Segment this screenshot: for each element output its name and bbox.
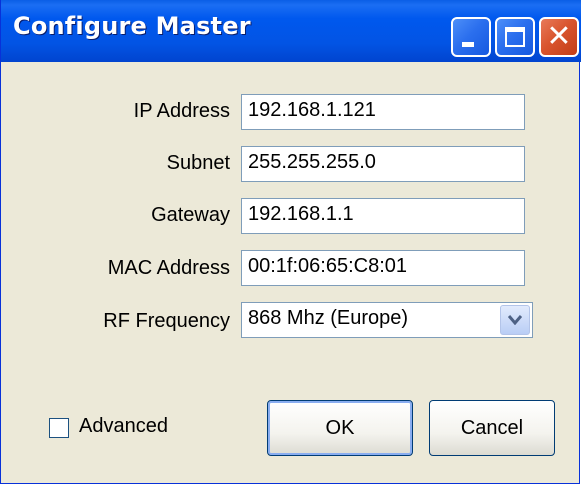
dialog-window: Configure Master ✕ IP Address 192.168.1.… (0, 0, 581, 484)
mac-address-label: MAC Address (107, 257, 230, 279)
close-button[interactable]: ✕ (539, 17, 579, 57)
subnet-field[interactable]: 255.255.255.0 (241, 146, 525, 182)
title-bar[interactable]: Configure Master ✕ (1, 0, 581, 62)
ip-address-label: IP Address (133, 100, 230, 122)
dialog-body: IP Address 192.168.1.121 Subnet 255.255.… (9, 62, 573, 482)
rf-frequency-select[interactable]: 868 Mhz (Europe) (241, 302, 533, 338)
rf-frequency-value: 868 Mhz (Europe) (248, 307, 409, 329)
mac-address-field[interactable]: 00:1f:06:65:C8:01 (241, 250, 525, 286)
subnet-label: Subnet (166, 152, 230, 174)
minimize-icon (462, 42, 474, 47)
ok-button[interactable]: OK (267, 400, 413, 456)
maximize-icon (505, 27, 525, 47)
close-icon: ✕ (546, 19, 572, 54)
dropdown-button[interactable] (500, 305, 530, 335)
rf-frequency-label: RF Frequency (103, 310, 230, 332)
gateway-label: Gateway (151, 204, 230, 226)
ip-address-field[interactable]: 192.168.1.121 (241, 94, 525, 130)
cancel-button[interactable]: Cancel (429, 400, 555, 456)
advanced-label[interactable]: Advanced (79, 415, 168, 438)
advanced-checkbox[interactable] (49, 418, 69, 438)
gateway-field[interactable]: 192.168.1.1 (241, 198, 525, 234)
minimize-button[interactable] (451, 17, 491, 57)
chevron-down-icon (508, 315, 522, 325)
maximize-button[interactable] (495, 17, 535, 57)
window-title: Configure Master (13, 12, 251, 40)
